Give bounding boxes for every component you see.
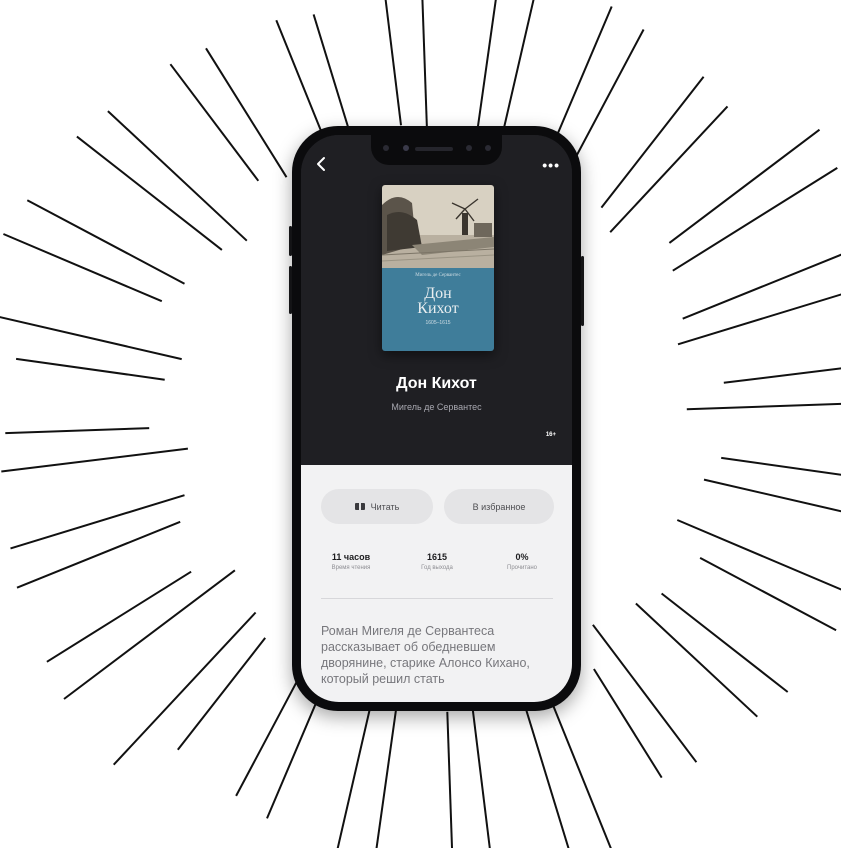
ray-line: [703, 478, 841, 513]
cover-author: Мигель де Сервантес: [415, 273, 461, 278]
stat-label: Время чтения: [331, 565, 371, 571]
stat-label: Год выхода: [421, 565, 453, 571]
ray-line: [375, 696, 399, 848]
smartphone-mockup: ••• Мигель де Сервантес Дон Кихот 1605–1…: [289, 126, 584, 711]
stat-release-year: 1615 Год выхода: [397, 552, 477, 571]
camera-sensor: [466, 145, 472, 151]
ray-line: [593, 668, 663, 779]
camera-sensor: [383, 145, 389, 151]
back-button[interactable]: [315, 155, 327, 178]
phone-side-button: [289, 226, 292, 256]
book-cover: Мигель де Сервантес Дон Кихот 1605–1615: [382, 185, 494, 351]
ray-line: [682, 253, 841, 320]
stat-label: Прочитано: [507, 565, 537, 571]
ray-line: [177, 637, 266, 751]
read-button[interactable]: Читать: [321, 489, 433, 524]
book-details-sheet: Читать В избранное 11 часов Время чтения…: [301, 465, 572, 702]
ray-line: [699, 557, 837, 632]
chevron-left-icon: [317, 157, 325, 171]
earpiece-speaker: [415, 147, 453, 151]
divider: [321, 598, 553, 599]
camera-sensor: [403, 145, 409, 151]
ray-line: [721, 456, 841, 476]
book-title: Дон Кихот: [396, 375, 477, 392]
ray-line: [567, 29, 645, 172]
open-book-icon: [354, 503, 365, 510]
ray-line: [686, 402, 841, 411]
book-description: Роман Мигеля де Сервантеса рассказывает …: [321, 624, 530, 686]
ray-line: [169, 63, 260, 182]
ray-line: [26, 199, 185, 285]
ray-line: [46, 570, 192, 663]
phone-screen: ••• Мигель де Сервантес Дон Кихот 1605–1…: [301, 135, 572, 702]
phone-notch: [371, 135, 502, 165]
ray-line: [16, 520, 181, 589]
read-button-label: Читать: [370, 501, 400, 512]
ray-line: [677, 293, 841, 346]
stat-progress: 0% Прочитано: [482, 552, 562, 571]
more-menu-button[interactable]: •••: [542, 157, 560, 173]
favorites-button-label: В избранное: [472, 501, 526, 512]
ray-line: [384, 0, 402, 126]
add-to-favorites-button[interactable]: В избранное: [444, 489, 554, 524]
ray-line: [5, 427, 150, 435]
phone-side-button: [581, 256, 584, 326]
ray-line: [446, 711, 454, 848]
ray-line: [672, 167, 838, 272]
ray-line: [660, 592, 789, 693]
ray-line: [15, 357, 165, 381]
book-header: ••• Мигель де Сервантес Дон Кихот 1605–1…: [301, 135, 572, 465]
ray-line: [421, 0, 429, 137]
stat-value: 1615: [426, 552, 448, 562]
age-rating-badge: 16+: [545, 432, 556, 438]
phone-side-button: [289, 266, 292, 314]
ray-line: [0, 316, 182, 361]
ray-line: [10, 494, 185, 550]
cover-panel: Мигель де Сервантес Дон Кихот 1605–1615: [382, 268, 494, 351]
book-author: Мигель де Сервантес: [391, 402, 482, 412]
ray-line: [550, 6, 613, 149]
cover-title: Дон Кихот: [417, 285, 459, 317]
ray-line: [235, 675, 301, 797]
cover-illustration: [382, 185, 494, 268]
stat-reading-time: 11 часов Время чтения: [311, 552, 391, 571]
ray-line: [3, 233, 163, 303]
cover-subtitle: 1605–1615: [425, 320, 451, 326]
ray-line: [723, 367, 841, 384]
ray-line: [76, 135, 223, 251]
ray-line: [205, 47, 288, 178]
stat-value: 11 часов: [331, 552, 371, 562]
ray-line: [1, 447, 189, 473]
camera-sensor: [485, 145, 491, 151]
stat-value: 0%: [515, 552, 529, 562]
